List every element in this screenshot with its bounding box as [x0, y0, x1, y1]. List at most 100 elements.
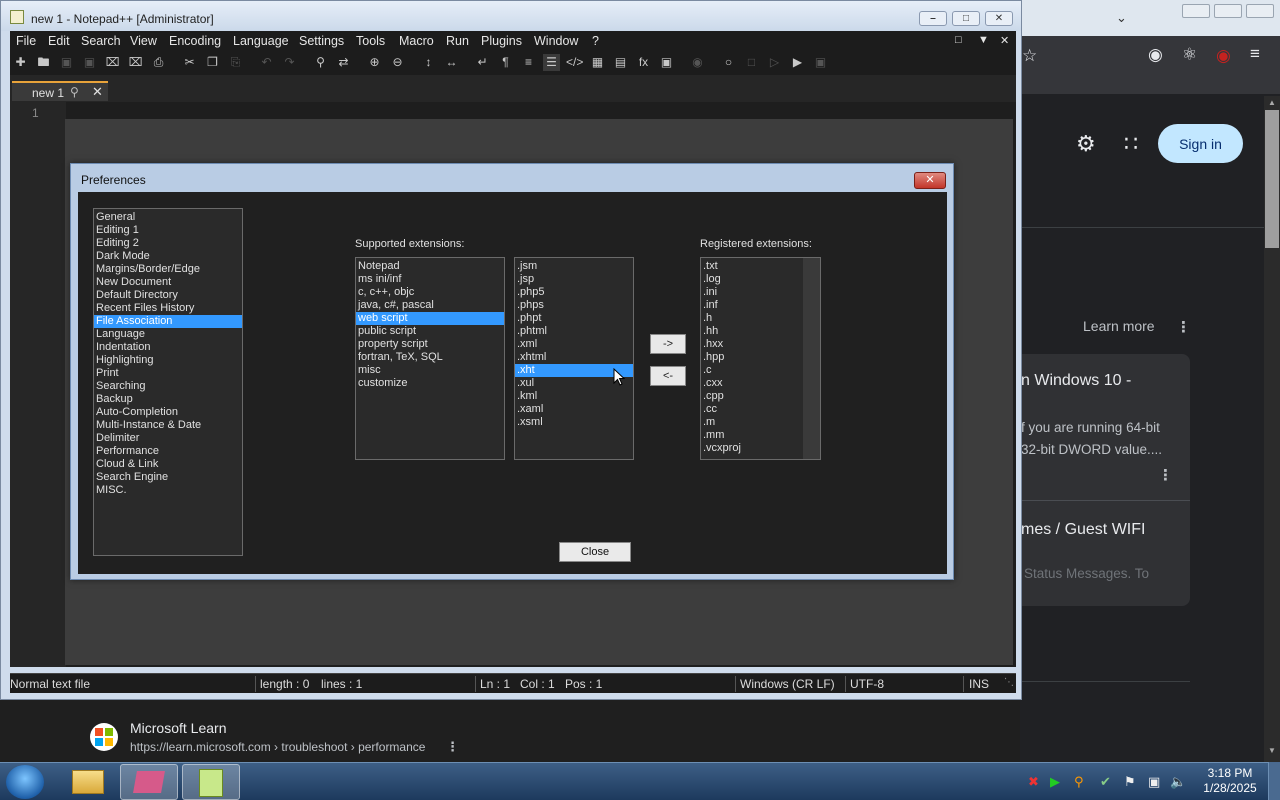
- category-item[interactable]: Delimiter: [94, 432, 242, 445]
- supported-type-item[interactable]: customize: [356, 377, 504, 390]
- ublock-icon[interactable]: ◉: [1216, 46, 1231, 66]
- stop-macro-icon[interactable]: □: [743, 54, 760, 71]
- restore-doc-icon[interactable]: □: [955, 34, 962, 46]
- indent-guide-icon[interactable]: ≡: [520, 54, 537, 71]
- tray-volume-icon[interactable]: 🔈: [1170, 774, 1186, 790]
- dialog-close-button[interactable]: ✕: [914, 172, 946, 189]
- category-item[interactable]: Highlighting: [94, 354, 242, 367]
- type-extensions-list[interactable]: .jsm .jsp .php5 .phps .phpt .phtml .xml .xhtml.…: [514, 257, 634, 460]
- category-item[interactable]: Language: [94, 328, 242, 341]
- extension-item[interactable]: .xsml: [515, 416, 633, 429]
- extensions-icon[interactable]: ⚛: [1182, 45, 1197, 65]
- save-all-icon[interactable]: ▣: [81, 54, 98, 71]
- category-list[interactable]: General Editing 1 Editing 2 Dark Mode Margin…: [93, 208, 243, 556]
- category-item[interactable]: MISC.: [94, 484, 242, 497]
- extension-item[interactable]: .phtml: [515, 325, 633, 338]
- scroll-up-arrow-icon[interactable]: ▲: [1268, 98, 1276, 107]
- document-list-icon[interactable]: ▤: [612, 54, 629, 71]
- show-desktop-button[interactable]: [1268, 762, 1280, 800]
- card-title[interactable]: mes / Guest WIFI: [1021, 521, 1145, 539]
- folder-workspace-icon[interactable]: ▣: [658, 54, 675, 71]
- menu-view[interactable]: View: [130, 34, 157, 48]
- close-file-icon[interactable]: ⌧: [104, 54, 121, 71]
- close-doc-icon[interactable]: ✕: [1000, 34, 1009, 47]
- record-macro-icon[interactable]: ○: [720, 54, 737, 71]
- supported-type-item[interactable]: public script: [356, 325, 504, 338]
- more-options-icon[interactable]: ⋮: [1158, 466, 1173, 484]
- restore-button[interactable]: [1214, 4, 1242, 18]
- word-wrap-icon[interactable]: ↵: [474, 54, 491, 71]
- scroll-down-arrow-icon[interactable]: ▼: [1268, 746, 1276, 755]
- new-file-icon[interactable]: ✚: [12, 54, 29, 71]
- category-item[interactable]: File Association: [94, 315, 242, 328]
- copy-icon[interactable]: ❐: [204, 54, 221, 71]
- supported-type-item[interactable]: c, c++, objc: [356, 286, 504, 299]
- chevron-down-icon[interactable]: ⌄: [1116, 10, 1127, 26]
- supported-type-item[interactable]: Notepad: [356, 260, 504, 273]
- sign-in-button[interactable]: Sign in: [1158, 124, 1243, 163]
- category-item[interactable]: Auto-Completion: [94, 406, 242, 419]
- open-file-icon[interactable]: 🖿: [35, 54, 52, 71]
- profile-icon[interactable]: ◉: [1148, 45, 1163, 65]
- supported-type-item[interactable]: java, c#, pascal: [356, 299, 504, 312]
- menu-file[interactable]: File: [16, 34, 36, 48]
- taskbar-explorer[interactable]: [60, 764, 118, 800]
- card-title[interactable]: n Windows 10 -: [1021, 372, 1131, 390]
- category-item[interactable]: Cloud & Link: [94, 458, 242, 471]
- taskbar-clock[interactable]: 3:18 PM 1/28/2025: [1198, 766, 1262, 796]
- supported-type-item[interactable]: misc: [356, 364, 504, 377]
- tab-new-1[interactable]: new 1 ⚲ ✕: [12, 81, 108, 101]
- menu-macro[interactable]: Macro: [399, 34, 434, 48]
- taskbar-notepadpp[interactable]: [182, 764, 240, 800]
- monitoring-icon[interactable]: ◉: [689, 54, 706, 71]
- function-list-icon[interactable]: ☰: [543, 54, 560, 71]
- category-item[interactable]: Default Directory: [94, 289, 242, 302]
- pin-icon[interactable]: ⚲: [70, 85, 79, 99]
- document-map-icon[interactable]: ▦: [589, 54, 606, 71]
- paste-icon[interactable]: ⎘: [227, 54, 244, 71]
- tray-play-icon[interactable]: ▶: [1050, 774, 1060, 790]
- menu-run[interactable]: Run: [446, 34, 469, 48]
- start-button[interactable]: [6, 765, 44, 799]
- category-item[interactable]: Backup: [94, 393, 242, 406]
- category-item[interactable]: Margins/Border/Edge: [94, 263, 242, 276]
- menu-tools[interactable]: Tools: [356, 34, 385, 48]
- category-item[interactable]: New Document: [94, 276, 242, 289]
- undo-icon[interactable]: ↶: [258, 54, 275, 71]
- resize-grip-icon[interactable]: ⋱: [1004, 677, 1014, 688]
- supported-type-item[interactable]: ms ini/inf: [356, 273, 504, 286]
- sync-horizontal-icon[interactable]: ↔: [443, 54, 460, 71]
- sync-vertical-icon[interactable]: ↕: [420, 54, 437, 71]
- category-item[interactable]: General: [94, 211, 242, 224]
- registered-extensions-list[interactable]: .txt .log .ini .inf .h .hh .hxx .hpp .c .cxx .cpp.…: [700, 257, 821, 460]
- function-icon[interactable]: fx: [635, 54, 652, 71]
- category-item[interactable]: Performance: [94, 445, 242, 458]
- supported-type-item[interactable]: fortran, TeX, SQL: [356, 351, 504, 364]
- extension-item[interactable]: .jsp: [515, 273, 633, 286]
- close-icon[interactable]: ✕: [92, 84, 103, 100]
- category-item[interactable]: Indentation: [94, 341, 242, 354]
- extension-item[interactable]: .php5: [515, 286, 633, 299]
- menu-search[interactable]: Search: [81, 34, 121, 48]
- category-item[interactable]: Editing 1: [94, 224, 242, 237]
- extension-item[interactable]: .xhtml: [515, 351, 633, 364]
- minimize-button[interactable]: ⎯: [919, 11, 947, 26]
- extension-item[interactable]: .xml: [515, 338, 633, 351]
- category-item[interactable]: Dark Mode: [94, 250, 242, 263]
- scrollbar-thumb[interactable]: [1265, 110, 1279, 248]
- close-button[interactable]: [1246, 4, 1274, 18]
- find-icon[interactable]: ⚲: [312, 54, 329, 71]
- show-all-chars-icon[interactable]: ¶: [497, 54, 514, 71]
- supported-type-item[interactable]: web script: [356, 312, 504, 325]
- supported-type-item[interactable]: property script: [356, 338, 504, 351]
- category-item[interactable]: Searching: [94, 380, 242, 393]
- close-all-icon[interactable]: ⌧: [127, 54, 144, 71]
- run-macro-multiple-icon[interactable]: ▶: [789, 54, 806, 71]
- menu-window[interactable]: Window: [534, 34, 578, 48]
- zoom-in-icon[interactable]: ⊕: [366, 54, 383, 71]
- gear-icon[interactable]: ⚙: [1076, 131, 1096, 157]
- category-item[interactable]: Multi-Instance & Date: [94, 419, 242, 432]
- cut-icon[interactable]: ✂: [181, 54, 198, 71]
- tray-flag-icon[interactable]: ⚑: [1124, 774, 1136, 790]
- save-icon[interactable]: ▣: [58, 54, 75, 71]
